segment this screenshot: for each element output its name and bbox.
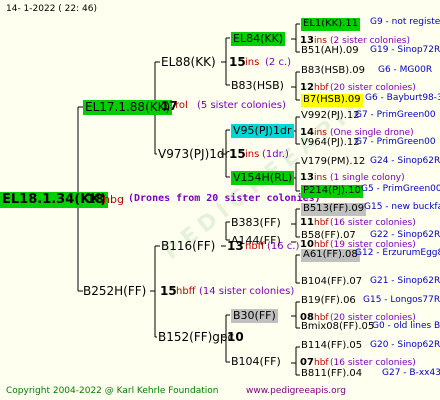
gen4-origin: G6 - Bayburt98-3 xyxy=(365,93,440,103)
gen4-origin: G15 - new buckfas xyxy=(364,202,440,212)
gen3-queen-id[interactable]: V95(PJ)1dr xyxy=(231,124,294,138)
gen4-origin: G20 - Sinop62R xyxy=(370,340,440,350)
gen3-mark: ins xyxy=(314,173,327,183)
gen4-queen-id[interactable]: B19(FF).06 xyxy=(301,296,356,306)
gen3-queen-id[interactable]: V154H(RL) xyxy=(231,171,295,185)
gen4-queen-id[interactable]: B513(FF).09 xyxy=(301,203,367,216)
gen3-mark: hbf xyxy=(314,358,329,368)
gen4-origin: G9 - not registe xyxy=(370,17,440,27)
gen4-origin: G27 - B-xx43 xyxy=(382,368,440,378)
gen2-mark: ins xyxy=(245,57,260,68)
gen3-queen-id[interactable]: EL84(KK) xyxy=(231,32,286,46)
gen2-year: 15 xyxy=(229,147,246,161)
gen4-queen-id[interactable]: B51(AH).09 xyxy=(301,46,359,56)
gen3-mark: hbf xyxy=(314,218,329,228)
gen1-queen-id[interactable]: EL17.1.88(KK) xyxy=(83,100,173,115)
gen4-queen-id[interactable]: B7(HSB).09 xyxy=(301,94,363,107)
header-date: 14- 1-2022 ( 22: 46) xyxy=(6,4,97,14)
gen4-origin: G5 - PrimGreen00 xyxy=(361,184,440,194)
gen1-note: (5 sister colonies) xyxy=(197,100,286,111)
gen1-note: (14 sister colonies) xyxy=(199,286,295,297)
gen2-queen-id[interactable]: B152(FF)gpc xyxy=(158,331,234,343)
gen1-queen-id[interactable]: B252H(FF) xyxy=(83,285,146,297)
gen4-origin: G7 - PrimGreen00 xyxy=(355,137,436,147)
gen3-note: (1 single colony) xyxy=(330,173,405,183)
gen3-note: (16 sister colonies) xyxy=(330,358,416,368)
gen1-mark: rol xyxy=(175,100,188,111)
gen4-queen-id[interactable]: Bmix08(FF).05 xyxy=(301,322,374,332)
gen4-queen-id[interactable]: V179(PM).12 xyxy=(301,157,365,167)
gen2-queen-id[interactable]: V973(PJ)1dr xyxy=(158,148,229,160)
gen3-note: (20 sister colonies) xyxy=(330,83,416,93)
footer-copyright: Copyright 2004-2022 @ Karl Kehrle Founda… xyxy=(6,386,219,396)
gen3-mark: hbf xyxy=(314,83,329,93)
gen2-year: 15 xyxy=(229,55,246,69)
gen3-year: 07 xyxy=(300,357,314,368)
gen4-origin: G15 - Longos77R xyxy=(363,295,440,305)
gen4-origin: G19 - Sinop72R xyxy=(370,45,440,55)
gen3-queen-id[interactable]: B383(FF) xyxy=(231,217,281,228)
gen4-origin: G24 - Sinop62R xyxy=(370,156,440,166)
gen3-year: 12 xyxy=(300,82,314,93)
gen2-queen-id[interactable]: EL88(KK) xyxy=(161,56,216,68)
gen1-year: 15 xyxy=(160,284,177,298)
gen4-origin: G21 - Sinop62R xyxy=(370,276,440,286)
footer-site-link[interactable]: www.pedigreeapis.org xyxy=(246,387,346,396)
gen4-queen-id[interactable]: B83(HSB).09 xyxy=(301,66,365,76)
gen3-queen-id[interactable]: A144(FF) xyxy=(231,235,281,246)
gen2-mark: ins xyxy=(245,149,260,160)
gen1-mark: hbff xyxy=(176,286,196,297)
gen4-queen-id[interactable]: A61(FF).08 xyxy=(301,249,360,262)
gen4-origin: G22 - Sinop62R xyxy=(370,230,440,240)
gen2-note: (1dr.) xyxy=(262,149,289,160)
gen4-queen-id[interactable]: V992(PJ).12 xyxy=(301,111,360,121)
gen3-year: 11 xyxy=(300,217,314,228)
gen4-origin: G0 - old lines B xyxy=(372,321,440,331)
gen3-year: 13 xyxy=(300,172,314,183)
root-mark: hbg xyxy=(103,193,124,206)
gen4-queen-id[interactable]: B104(FF).07 xyxy=(301,277,362,287)
root-year: 18 xyxy=(87,192,104,206)
gen4-origin: G6 - MG00R xyxy=(378,65,433,75)
gen2-note: (2 c.) xyxy=(265,57,292,68)
gen3-queen-id[interactable]: B104(FF) xyxy=(231,356,281,367)
gen3-queen-id[interactable]: B83(HSB) xyxy=(231,80,284,91)
root-note: (Drones from 20 sister colonies) xyxy=(128,193,321,204)
gen3-note: (16 sister colonies) xyxy=(330,218,416,228)
gen2-queen-id[interactable]: B116(FF) xyxy=(161,240,215,252)
gen4-queen-id[interactable]: EL1(KK).11 xyxy=(301,18,361,31)
gen3-queen-id[interactable]: B30(FF) xyxy=(231,309,278,323)
gen4-queen-id[interactable]: B58(FF).07 xyxy=(301,231,356,241)
gen4-origin: G12 - ErzurumEgg8 xyxy=(355,248,440,258)
gen4-queen-id[interactable]: B114(FF).05 xyxy=(301,341,362,351)
gen4-queen-id[interactable]: V964(PJ).12 xyxy=(301,138,360,148)
gen2-year: 10 xyxy=(227,330,244,344)
gen4-origin: G7 - PrimGreen00 xyxy=(355,110,436,120)
gen4-queen-id[interactable]: P214(PJ).10 xyxy=(301,185,363,198)
gen4-queen-id[interactable]: B811(FF).04 xyxy=(301,369,362,379)
